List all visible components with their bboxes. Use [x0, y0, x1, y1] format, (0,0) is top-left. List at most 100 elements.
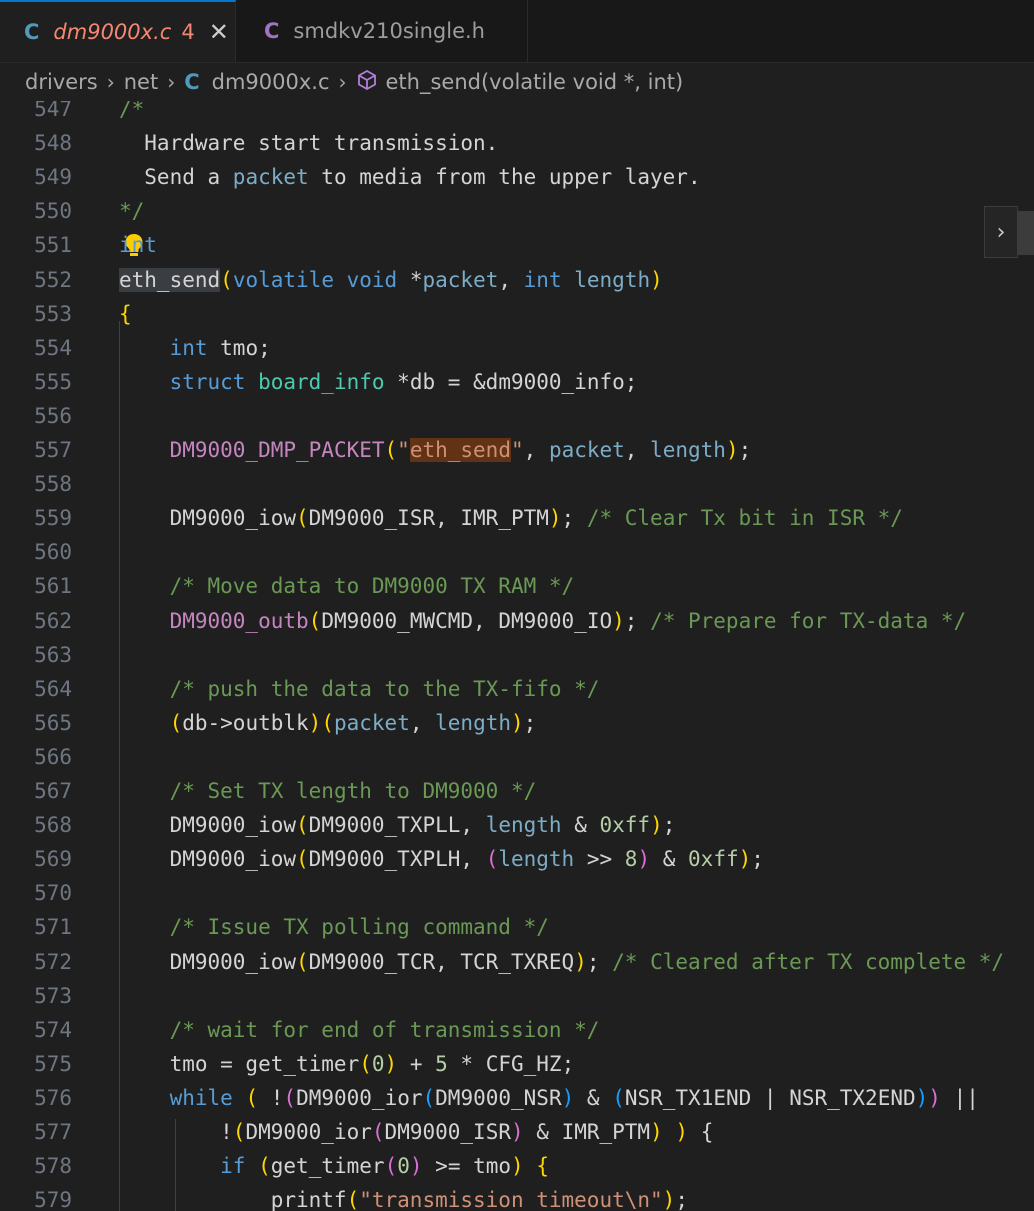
code-line[interactable]: 551 int: [0, 233, 1034, 267]
line-number: 557: [34, 438, 72, 462]
code-line[interactable]: 560: [0, 540, 1034, 574]
code-text: {: [119, 301, 132, 326]
code-text: /* Issue TX polling command */: [169, 915, 549, 940]
code-line[interactable]: 557 DM9000_DMP_PACKET("eth_send", packet…: [0, 438, 1034, 472]
code-text: /* Set TX length to DM9000 */: [169, 779, 537, 803]
breadcrumb-net[interactable]: net: [124, 70, 158, 94]
line-number: 560: [34, 540, 72, 565]
code-line[interactable]: 579 printf("transmission timeout\n");: [0, 1188, 1034, 1211]
code-line[interactable]: 547 /*: [0, 101, 1034, 131]
code-line[interactable]: 574 /* wait for end of transmission */: [0, 1018, 1034, 1052]
breadcrumb-symbol[interactable]: eth_send(volatile void *, int): [386, 70, 684, 94]
breadcrumb: drivers › net › C dm9000x.c › eth_send(v…: [0, 63, 1034, 101]
code-text: DM9000_iow(DM9000_TXPLH, (length >> 8) &…: [119, 847, 764, 872]
code-line[interactable]: 553 {: [0, 302, 1034, 336]
code-text: Hardware start transmission.: [119, 131, 499, 156]
tab-title: smdkv210single.h: [293, 19, 485, 43]
code-text: struct board_info *db = &dm9000_info;: [169, 369, 638, 394]
line-number: 554: [34, 335, 72, 360]
code-line[interactable]: 569 DM9000_iow(DM9000_TXPLH, (length >> …: [0, 847, 1034, 881]
code-text: /* wait for end of transmission */: [169, 1017, 600, 1042]
code-line[interactable]: 556: [0, 404, 1034, 438]
code-line[interactable]: 554 int tmo;: [0, 336, 1034, 370]
line-number: 551: [34, 233, 72, 258]
code-text: Send a packet to media from the upper la…: [119, 165, 701, 190]
c-file-icon: C: [184, 70, 200, 94]
chevron-right-icon: ›: [167, 70, 176, 94]
tab-smdkv210single[interactable]: C smdkv210single.h: [236, 0, 528, 62]
breadcrumb-file[interactable]: dm9000x.c: [212, 70, 330, 94]
code-text: DM9000_iow(DM9000_TXPLL, length & 0xff);: [119, 813, 676, 838]
line-number: 569: [34, 847, 72, 872]
code-line[interactable]: 561 /* Move data to DM9000 TX RAM */: [0, 574, 1034, 608]
code-text: DM9000_iow(DM9000_ISR, IMR_PTM); /* Clea…: [119, 506, 903, 531]
line-number: 579: [34, 1188, 72, 1211]
line-number: 578: [34, 1154, 72, 1179]
code-text: tmo = get_timer(0) + 5 * CFG_HZ;: [119, 1051, 575, 1076]
tab-title: dm9000x.c: [53, 20, 172, 44]
line-number: 547: [34, 101, 72, 121]
c-header-icon: C: [264, 19, 280, 43]
line-number: 550: [34, 199, 72, 224]
line-number: 570: [34, 881, 72, 906]
line-number: 553: [34, 301, 72, 326]
line-number: 567: [34, 779, 72, 803]
code-text: if (get_timer(0) >= tmo) {: [220, 1154, 550, 1179]
code-line[interactable]: 563: [0, 643, 1034, 677]
code-text: int tmo;: [169, 335, 271, 360]
line-number: 572: [34, 949, 72, 974]
code-line[interactable]: 577 !(DM9000_ior(DM9000_ISR) & IMR_PTM) …: [0, 1120, 1034, 1154]
code-line[interactable]: 548 Hardware start transmission.: [0, 131, 1034, 165]
code-line[interactable]: 549 Send a packet to media from the uppe…: [0, 165, 1034, 199]
line-number: 559: [34, 506, 72, 531]
code-text: eth_send(volatile void *packet, int leng…: [119, 267, 663, 292]
code-text: printf("transmission timeout\n");: [119, 1188, 688, 1211]
cube-icon: [356, 69, 378, 96]
code-line[interactable]: 576 while ( !(DM9000_ior(DM9000_NSR) & (…: [0, 1086, 1034, 1120]
close-icon[interactable]: ✕: [209, 18, 229, 46]
code-line[interactable]: 559 DM9000_iow(DM9000_ISR, IMR_PTM); /* …: [0, 506, 1034, 540]
line-number: 562: [34, 608, 72, 633]
tab-bar: C dm9000x.c 4 ✕ C smdkv210single.h: [0, 0, 1034, 63]
code-line[interactable]: 567 /* Set TX length to DM9000 */: [0, 779, 1034, 813]
code-text: !(DM9000_ior(DM9000_ISR) & IMR_PTM) ) {: [119, 1120, 714, 1144]
code-line[interactable]: 568 DM9000_iow(DM9000_TXPLL, length & 0x…: [0, 813, 1034, 847]
code-line[interactable]: 550 */: [0, 199, 1034, 233]
code-text: */: [119, 199, 145, 224]
line-number: 552: [34, 267, 72, 292]
line-number: 577: [34, 1120, 72, 1144]
line-number: 568: [34, 813, 72, 838]
code-text: DM9000_outb(DM9000_MWCMD, DM9000_IO); /*…: [169, 608, 967, 633]
line-number: 555: [34, 369, 72, 394]
code-text: DM9000_iow(DM9000_TCR, TCR_TXREQ); /* Cl…: [119, 949, 1005, 974]
problem-count-badge: 4: [181, 20, 195, 44]
code-text: DM9000_DMP_PACKET("eth_send", packet, le…: [169, 438, 752, 462]
code-text: while ( !(DM9000_ior(DM9000_NSR) & (NSR_…: [169, 1085, 979, 1110]
code-line[interactable]: 573: [0, 984, 1034, 1018]
breadcrumb-drivers[interactable]: drivers: [25, 70, 98, 94]
code-line[interactable]: 571 /* Issue TX polling command */: [0, 915, 1034, 949]
code-line[interactable]: 575 tmo = get_timer(0) + 5 * CFG_HZ;: [0, 1052, 1034, 1086]
code-line[interactable]: 566: [0, 745, 1034, 779]
line-number: 556: [34, 403, 72, 428]
code-line[interactable]: 572 DM9000_iow(DM9000_TCR, TCR_TXREQ); /…: [0, 950, 1034, 984]
code-text: /*: [119, 101, 145, 121]
tab-dm9000x[interactable]: C dm9000x.c 4 ✕: [0, 0, 236, 62]
code-line[interactable]: 564 /* push the data to the TX-fifo */: [0, 677, 1034, 711]
code-line[interactable]: 562 DM9000_outb(DM9000_MWCMD, DM9000_IO)…: [0, 609, 1034, 643]
code-editor[interactable]: › 547/* 548 Hardware start transmission. 5…: [0, 101, 1034, 1211]
code-line[interactable]: 578 if (get_timer(0) >= tmo) {: [0, 1154, 1034, 1188]
line-number: 575: [34, 1051, 72, 1076]
line-number: 561: [34, 574, 72, 599]
code-line[interactable]: 552 eth_send(volatile void *packet, int l…: [0, 267, 1034, 302]
c-file-icon: C: [24, 20, 40, 44]
code-line[interactable]: 565 (db->outblk)(packet, length);: [0, 711, 1034, 745]
line-number: 564: [34, 676, 72, 701]
line-number: 558: [34, 472, 72, 497]
code-text: int: [119, 233, 157, 258]
code-line[interactable]: 555 struct board_info *db = &dm9000_info…: [0, 370, 1034, 404]
line-number: 563: [34, 642, 72, 667]
code-line[interactable]: 570: [0, 881, 1034, 915]
chevron-right-icon: ›: [338, 70, 347, 94]
code-line[interactable]: 558: [0, 472, 1034, 506]
